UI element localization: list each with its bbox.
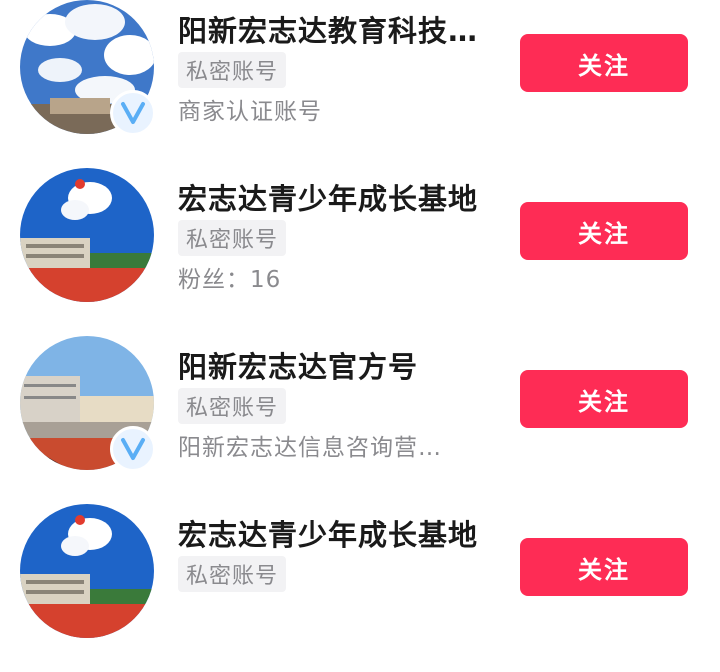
account-list: 阳新宏志达教育科技… 私密账号 商家认证账号 关注 宏志达青少年成长基地 私密账… — [0, 0, 720, 638]
list-item[interactable]: 宏志达青少年成长基地 私密账号 粉丝：16 关注 — [0, 168, 720, 336]
account-description: 商家认证账号 — [178, 99, 322, 125]
list-item[interactable]: 宏志达青少年成长基地 私密账号 关注 — [0, 504, 720, 672]
avatar[interactable] — [20, 504, 154, 638]
account-name: 阳新宏志达官方号 — [178, 350, 419, 384]
verified-badge-icon — [110, 426, 156, 472]
list-item[interactable]: 阳新宏志达官方号 私密账号 阳新宏志达信息咨询营… 关注 — [0, 336, 720, 504]
account-name: 宏志达青少年成长基地 — [178, 518, 479, 552]
avatar[interactable] — [20, 168, 154, 302]
follow-button[interactable]: 关注 — [520, 370, 688, 428]
avatar[interactable] — [20, 0, 156, 136]
private-account-tag: 私密账号 — [178, 52, 287, 88]
private-account-tag: 私密账号 — [178, 388, 287, 424]
account-name: 宏志达青少年成长基地 — [178, 182, 479, 216]
private-account-tag: 私密账号 — [178, 220, 287, 256]
account-description: 阳新宏志达信息咨询营… — [178, 435, 442, 461]
follow-button[interactable]: 关注 — [520, 538, 688, 596]
verified-badge-icon — [110, 90, 156, 136]
account-name: 阳新宏志达教育科技… — [178, 14, 479, 48]
list-item[interactable]: 阳新宏志达教育科技… 私密账号 商家认证账号 关注 — [0, 0, 720, 168]
follow-button[interactable]: 关注 — [520, 202, 688, 260]
avatar[interactable] — [20, 336, 156, 472]
private-account-tag: 私密账号 — [178, 556, 287, 592]
account-description: 粉丝：16 — [178, 267, 282, 293]
follow-button[interactable]: 关注 — [520, 34, 688, 92]
